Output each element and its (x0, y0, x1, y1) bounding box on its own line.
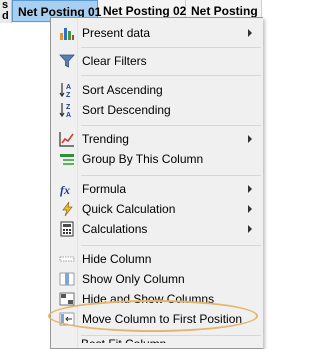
menu-item-label: Trending (82, 132, 129, 146)
menu-separator (81, 47, 261, 48)
row-header-cell: s d (0, 0, 12, 23)
menu-item-label: Show Only Column (82, 272, 185, 286)
menu-item-show-only-column[interactable]: Show Only Column (51, 269, 262, 289)
svg-text:A: A (66, 84, 71, 91)
show-only-column-icon (59, 272, 75, 286)
svg-text:fx: fx (60, 183, 70, 197)
submenu-arrow-icon (248, 185, 252, 193)
menu-item-clear-filters[interactable]: Clear Filters (51, 51, 262, 71)
menu-item-sort-ascending[interactable]: A Z Sort Ascending (51, 80, 262, 100)
submenu-arrow-icon (248, 135, 252, 143)
menu-item-label: Clear Filters (82, 54, 147, 68)
menu-item-label: Calculations (82, 222, 148, 236)
svg-text:Z: Z (66, 104, 71, 111)
menu-separator (81, 125, 261, 126)
menu-separator (81, 75, 261, 76)
bar-chart-icon (60, 28, 74, 40)
calculator-icon (60, 221, 74, 237)
group-icon (60, 154, 74, 165)
menu-item-move-column-to-first-position[interactable]: Move Column to First Position (51, 309, 262, 329)
menu-item-calculations[interactable]: Calculations (51, 219, 262, 239)
row-header-glyph-bottom: d (2, 10, 9, 22)
grid-area (0, 23, 50, 343)
menu-item-label: Hide and Show Columns (82, 292, 215, 306)
menu-item-trending[interactable]: Trending (51, 129, 262, 149)
funnel-icon (59, 54, 75, 68)
menu-item-present-data[interactable]: Present data (51, 23, 262, 43)
column-context-menu: Present data Clear Filters A Z Sort Asce… (50, 17, 263, 349)
menu-item-hide-and-show-columns[interactable]: Hide and Show Columns (51, 289, 262, 309)
menu-item-label: Formula (82, 182, 127, 196)
menu-separator (81, 175, 261, 176)
menu-item-label: Sort Ascending (82, 83, 163, 97)
menu-item-quick-calculation[interactable]: Quick Calculation (51, 199, 262, 219)
menu-separator (81, 335, 261, 336)
submenu-arrow-icon (248, 205, 252, 213)
move-first-icon (59, 312, 75, 326)
menu-item-label: Quick Calculation (82, 202, 176, 216)
hide-show-columns-icon (59, 292, 75, 306)
menu-item-label: Sort Descending (82, 103, 171, 117)
sort-az-icon: A Z (59, 83, 71, 98)
menu-item-sort-descending[interactable]: Z A Sort Descending (51, 100, 262, 120)
menu-item-label: Hide Column (82, 252, 152, 266)
menu-item-truncated[interactable]: Best Fit Column (81, 338, 166, 343)
menu-item-hide-column[interactable]: Hide Column (51, 249, 262, 269)
menu-item-label: Move Column to First Position (82, 312, 243, 326)
hide-column-icon (59, 256, 75, 262)
submenu-arrow-icon (248, 225, 252, 233)
menu-item-group-by-this-column[interactable]: Group By This Column (51, 149, 262, 169)
sort-za-icon: Z A (59, 103, 71, 118)
svg-text:A: A (66, 112, 71, 118)
submenu-arrow-icon (248, 29, 252, 37)
menu-item-label: Present data (82, 26, 151, 40)
menu-item-formula[interactable]: fx Formula (51, 179, 262, 199)
fx-icon: fx (60, 183, 70, 197)
menu-item-label: Group By This Column (82, 152, 204, 166)
lightning-icon (62, 201, 73, 217)
svg-text:Z: Z (66, 92, 71, 98)
menu-separator (81, 245, 261, 246)
trend-chart-icon (59, 132, 74, 147)
